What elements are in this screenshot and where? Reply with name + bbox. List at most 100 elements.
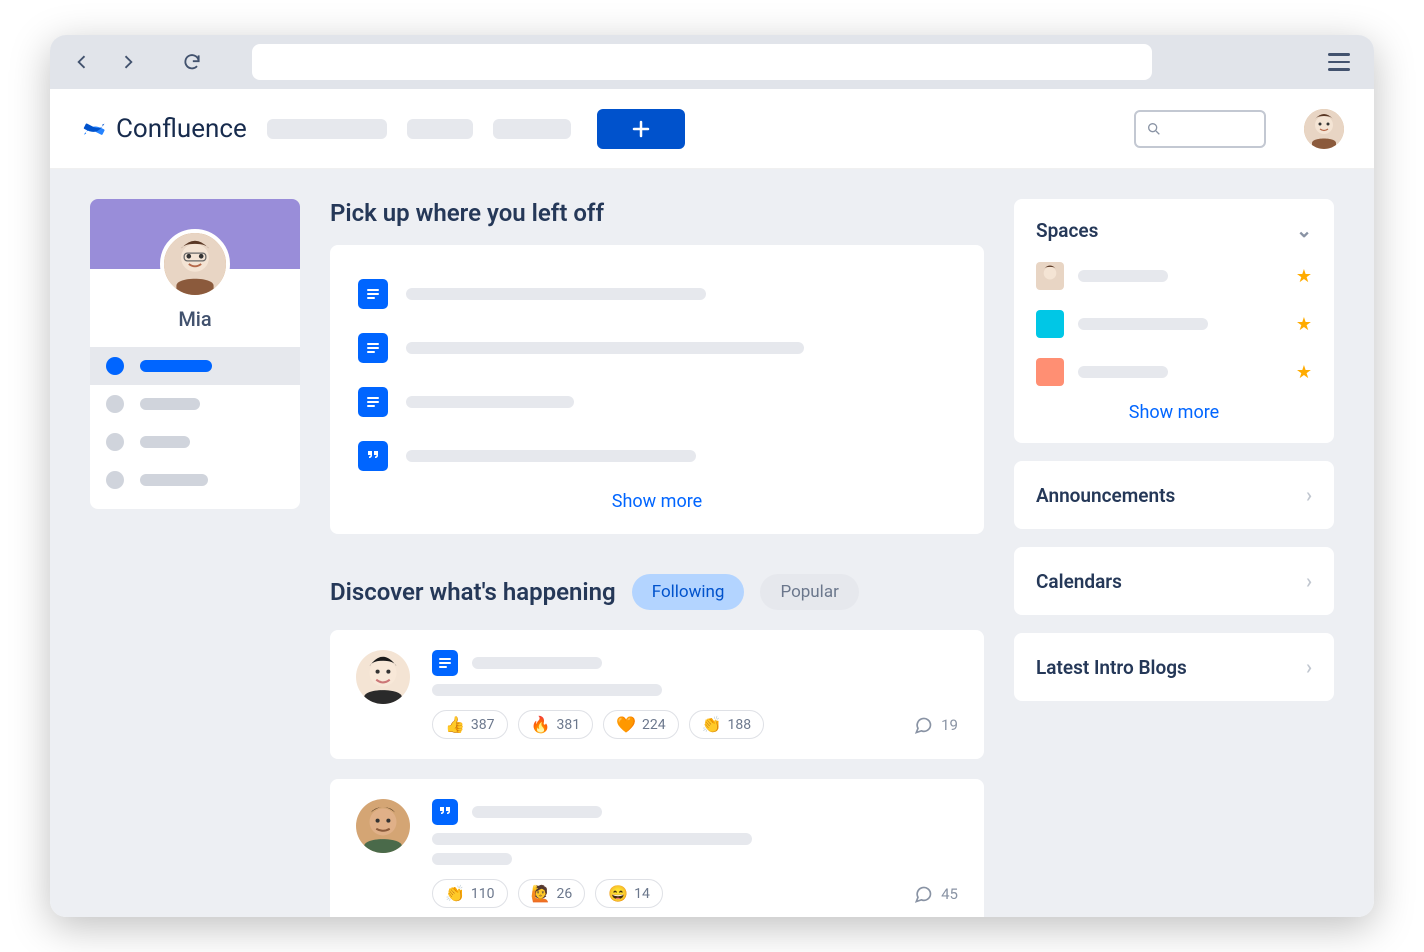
page-icon xyxy=(358,333,388,363)
profile-banner xyxy=(90,199,300,269)
spaces-title: Spaces xyxy=(1036,219,1098,242)
confluence-logo-icon xyxy=(80,115,108,143)
page-icon xyxy=(358,387,388,417)
app-header: Confluence xyxy=(50,89,1374,169)
space-color-icon xyxy=(1036,310,1064,338)
menu-dot-icon xyxy=(106,471,124,489)
address-bar[interactable] xyxy=(252,44,1152,80)
refresh-button[interactable] xyxy=(178,48,206,76)
space-avatar-icon xyxy=(1036,262,1064,290)
reaction-pill[interactable]: 👍 387 xyxy=(432,710,508,739)
page-icon xyxy=(432,650,458,676)
browser-menu-icon[interactable] xyxy=(1328,48,1356,76)
feed-subtitle-placeholder xyxy=(432,684,662,696)
space-item[interactable]: ★ xyxy=(1036,252,1312,300)
reaction-emoji: 👍 xyxy=(445,715,465,734)
main-content: Mia xyxy=(50,169,1374,917)
tab-popular[interactable]: Popular xyxy=(760,574,858,610)
feed-title-placeholder xyxy=(472,657,602,669)
star-icon[interactable]: ★ xyxy=(1296,314,1312,335)
reaction-pill[interactable]: 🧡 224 xyxy=(603,710,679,739)
recent-item[interactable] xyxy=(358,429,956,483)
sidebar-item[interactable] xyxy=(90,385,300,423)
chevron-right-icon: › xyxy=(1306,655,1312,679)
space-color-icon xyxy=(1036,358,1064,386)
item-title-placeholder xyxy=(406,450,696,462)
menu-dot-icon xyxy=(106,357,124,375)
reaction-count: 188 xyxy=(728,717,752,733)
quote-icon xyxy=(432,799,458,825)
reaction-pill[interactable]: 🙋 26 xyxy=(518,879,586,908)
pickup-card: Show more xyxy=(330,245,984,534)
recent-item[interactable] xyxy=(358,267,956,321)
reaction-emoji: 👏 xyxy=(702,715,722,734)
recent-item[interactable] xyxy=(358,375,956,429)
reaction-count: 224 xyxy=(642,717,666,733)
reaction-pill[interactable]: 👏110 xyxy=(432,879,508,908)
back-button[interactable] xyxy=(68,48,96,76)
feed-title-placeholder xyxy=(472,806,602,818)
quote-icon xyxy=(358,441,388,471)
sidebar-item[interactable] xyxy=(90,423,300,461)
feed-avatar[interactable] xyxy=(356,650,410,704)
menu-dot-icon xyxy=(106,433,124,451)
comment-count[interactable]: 19 xyxy=(913,715,958,735)
tab-following[interactable]: Following xyxy=(632,574,745,610)
pickup-title: Pick up where you left off xyxy=(330,199,984,227)
nav-item[interactable] xyxy=(407,119,473,139)
browser-window: Confluence Mia xyxy=(50,35,1374,917)
feed-item[interactable]: 👏110 🙋 26 😄14 45 xyxy=(330,779,984,917)
plus-icon xyxy=(631,119,651,139)
item-title-placeholder xyxy=(406,342,804,354)
reaction-emoji: 😄 xyxy=(608,884,628,903)
item-title-placeholder xyxy=(406,288,706,300)
space-item[interactable]: ★ xyxy=(1036,300,1312,348)
sidebar: Mia xyxy=(90,199,300,887)
recent-item[interactable] xyxy=(358,321,956,375)
create-button[interactable] xyxy=(597,109,685,149)
reaction-pill[interactable]: 🔥381 xyxy=(518,710,594,739)
comment-icon xyxy=(913,715,933,735)
reaction-emoji: 🔥 xyxy=(531,715,551,734)
sidebar-item[interactable] xyxy=(90,347,300,385)
space-name-placeholder xyxy=(1078,318,1208,330)
comment-icon xyxy=(913,884,933,904)
star-icon[interactable]: ★ xyxy=(1296,362,1312,383)
app-logo[interactable]: Confluence xyxy=(80,114,247,144)
nav-item[interactable] xyxy=(267,119,387,139)
calendars-link[interactable]: Calendars › xyxy=(1014,547,1334,615)
space-item[interactable]: ★ xyxy=(1036,348,1312,396)
right-rail: Spaces ⌄ ★ ★ ★ Show more Announcements › C… xyxy=(1014,199,1334,887)
feed-avatar[interactable] xyxy=(356,799,410,853)
show-more-link[interactable]: Show more xyxy=(358,483,956,512)
star-icon[interactable]: ★ xyxy=(1296,266,1312,287)
space-name-placeholder xyxy=(1078,366,1168,378)
reaction-emoji: 🧡 xyxy=(616,715,636,734)
reaction-count: 26 xyxy=(556,886,572,902)
spaces-card: Spaces ⌄ ★ ★ ★ Show more xyxy=(1014,199,1334,443)
item-title-placeholder xyxy=(406,396,574,408)
reaction-pill[interactable]: 😄14 xyxy=(595,879,663,908)
nav-item[interactable] xyxy=(493,119,571,139)
main-column: Pick up where you left off Show more Dis… xyxy=(330,199,984,887)
page-icon xyxy=(358,279,388,309)
profile-avatar[interactable] xyxy=(160,229,230,299)
chevron-down-icon[interactable]: ⌄ xyxy=(1296,219,1312,242)
comment-count[interactable]: 45 xyxy=(913,884,958,904)
reaction-emoji: 👏 xyxy=(445,884,465,903)
feed-item[interactable]: 👍 387 🔥381 🧡 224 👏 188 19 xyxy=(330,630,984,759)
discover-header: Discover what's happening Following Popu… xyxy=(330,574,984,610)
reaction-emoji: 🙋 xyxy=(531,884,551,903)
menu-dot-icon xyxy=(106,395,124,413)
search-input[interactable] xyxy=(1134,110,1266,148)
sidebar-item[interactable] xyxy=(90,461,300,499)
feed-line-placeholder xyxy=(432,853,512,865)
blogs-link[interactable]: Latest Intro Blogs › xyxy=(1014,633,1334,701)
user-avatar[interactable] xyxy=(1304,109,1344,149)
reaction-pill[interactable]: 👏 188 xyxy=(689,710,765,739)
chevron-right-icon: › xyxy=(1306,483,1312,507)
reaction-count: 387 xyxy=(471,717,495,733)
spaces-show-more[interactable]: Show more xyxy=(1036,396,1312,423)
announcements-link[interactable]: Announcements › xyxy=(1014,461,1334,529)
forward-button[interactable] xyxy=(114,48,142,76)
